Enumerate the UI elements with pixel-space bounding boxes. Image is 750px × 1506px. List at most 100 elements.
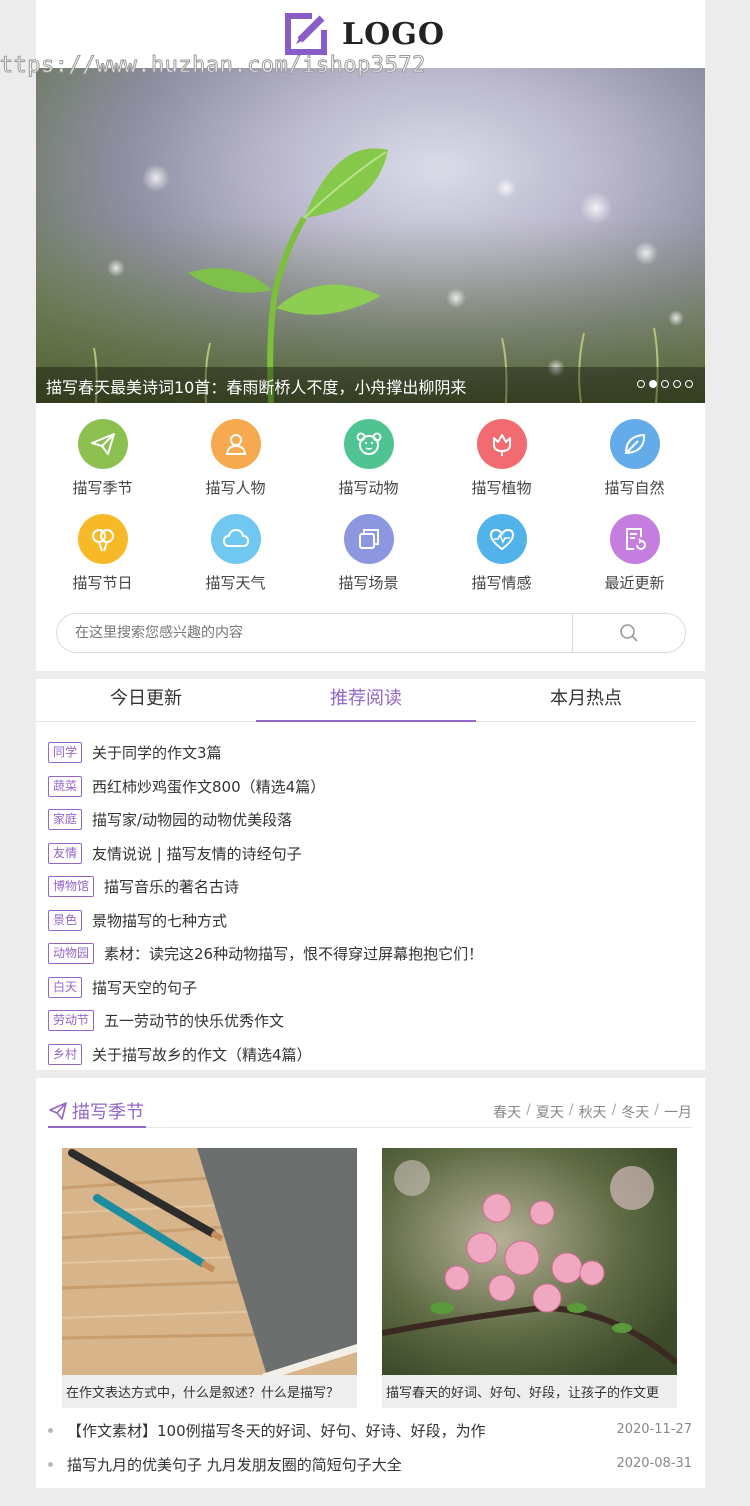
tag-badge[interactable]: 蔬菜 [48, 775, 83, 797]
list-item: 白天 描写天空的句子 [48, 971, 705, 1005]
category-label: 描写节日 [72, 574, 133, 592]
list-item: 乡村 关于描写故乡的作文（精选4篇） [48, 1038, 705, 1072]
list-item-title[interactable]: 关于同学的作文3篇 [92, 742, 222, 763]
tab-recommended[interactable]: 推荐阅读 [256, 679, 476, 722]
list-item-title[interactable]: 描写家/动物园的动物优美段落 [92, 809, 292, 830]
section-title-text: 描写季节 [72, 1102, 144, 1123]
section-header: 描写季节 春天 / 夏天 / 秋天 / 冬天 / 一月 [48, 1096, 692, 1128]
slider-dots [637, 380, 693, 388]
category-item[interactable]: 描写情感 [435, 514, 568, 593]
section-link[interactable]: 夏天 [536, 1102, 564, 1122]
category-item[interactable]: 描写天气 [169, 514, 302, 593]
section-title[interactable]: 描写季节 [48, 1096, 146, 1128]
category-nav: 描写季节 描写人物 描写动物 描写植物 描写自然 描写节日 描写天气 描写场景 … [36, 403, 705, 671]
category-item[interactable]: 描写人物 [169, 419, 302, 498]
layers-icon [343, 514, 394, 564]
tag-badge[interactable]: 同学 [48, 742, 83, 764]
article-date: 2020-08-31 [616, 1456, 692, 1471]
logo[interactable]: LOGO [284, 12, 445, 56]
category-label: 描写自然 [604, 479, 665, 497]
page: LOGO 描写春天最美诗词10首：春雨断桥人不度，小舟撑出柳阴来 描写季节 描写… [36, 0, 705, 1488]
search-input[interactable] [75, 623, 555, 643]
card-caption: 在作文表达方式中，什么是叙述？什么是描写？ [66, 1386, 340, 1401]
bullet-dot [48, 1428, 53, 1433]
tag-badge[interactable]: 动物园 [48, 943, 95, 965]
list-item: 家庭 描写家/动物园的动物优美段落 [48, 803, 705, 837]
section-link[interactable]: 春天 [493, 1102, 521, 1122]
tag-badge[interactable]: 博物馆 [48, 876, 95, 898]
tab-bar: 今日更新 推荐阅读 本月热点 [36, 679, 697, 722]
section-link[interactable]: 一月 [664, 1102, 692, 1122]
article-row: 【作文素材】100例描写冬天的好词、好句、好诗、好段，为作 2020-11-27 [48, 1418, 692, 1442]
slider-dot[interactable] [673, 380, 681, 388]
list-item: 同学 关于同学的作文3篇 [48, 736, 705, 770]
list-item-title[interactable]: 景物描写的七种方式 [92, 910, 227, 931]
slider-dot[interactable] [685, 380, 693, 388]
banner-image [36, 148, 705, 403]
search-icon [620, 624, 638, 642]
balloon-icon [77, 514, 128, 564]
slider-dot[interactable] [637, 380, 645, 388]
category-item[interactable]: 描写植物 [435, 419, 568, 498]
watermark-text: https://www.huzhan.com/ishop3572 [0, 53, 426, 79]
category-item[interactable]: 描写节日 [36, 514, 169, 593]
banner-caption-text[interactable]: 描写春天最美诗词10首：春雨断桥人不度，小舟撑出柳阴来 [46, 374, 466, 398]
list-item: 博物馆 描写音乐的著名古诗 [48, 870, 705, 904]
list-item-title[interactable]: 素材：读完这26种动物描写，恨不得穿过屏幕抱抱它们！ [104, 943, 483, 964]
search-bar [56, 613, 686, 653]
category-label: 描写情感 [471, 574, 532, 592]
paper-plane-icon [49, 1102, 67, 1120]
tab-today[interactable]: 今日更新 [36, 679, 256, 721]
list-item-title[interactable]: 五一劳动节的快乐优秀作文 [104, 1010, 284, 1031]
banner-caption: 描写春天最美诗词10首：春雨断桥人不度，小舟撑出柳阴来 [36, 367, 705, 403]
cloud-icon [210, 514, 261, 564]
section-link[interactable]: 冬天 [621, 1102, 649, 1122]
category-label: 描写动物 [338, 479, 399, 497]
tabs-panel: 今日更新 推荐阅读 本月热点 同学 关于同学的作文3篇 蔬菜 西红柿炒鸡蛋作文800… [36, 679, 705, 1070]
list-item-title[interactable]: 关于描写故乡的作文（精选4篇） [92, 1044, 312, 1065]
list-item-title[interactable]: 友情说说 | 描写友情的诗经句子 [92, 843, 302, 864]
tag-badge[interactable]: 景色 [48, 909, 83, 931]
article-title[interactable]: 描写九月的优美句子 九月发朋友圈的简短句子大全 [67, 1454, 402, 1475]
category-item[interactable]: 最近更新 [568, 514, 701, 593]
tag-badge[interactable]: 劳动节 [48, 1010, 95, 1032]
banner-slider[interactable]: 描写春天最美诗词10首：春雨断桥人不度，小舟撑出柳阴来 [36, 68, 705, 403]
category-item[interactable]: 描写动物 [302, 419, 435, 498]
person-icon [210, 419, 261, 469]
list-item-title[interactable]: 西红柿炒鸡蛋作文800（精选4篇） [92, 776, 325, 797]
tab-monthly-hot[interactable]: 本月热点 [476, 679, 696, 721]
tag-badge[interactable]: 白天 [48, 976, 83, 998]
separator: / [611, 1102, 617, 1118]
article-date: 2020-11-27 [616, 1422, 692, 1437]
separator: / [568, 1102, 574, 1118]
card-image-blossom [382, 1148, 677, 1375]
list-item-title[interactable]: 描写音乐的著名古诗 [104, 876, 239, 897]
tag-badge[interactable]: 乡村 [48, 1043, 83, 1065]
slider-dot[interactable] [661, 380, 669, 388]
category-item[interactable]: 描写场景 [302, 514, 435, 593]
card-image-pencils [62, 1148, 357, 1375]
list-item: 景色 景物描写的七种方式 [48, 904, 705, 938]
list-item: 劳动节 五一劳动节的快乐优秀作文 [48, 1004, 705, 1038]
list-item-title[interactable]: 描写天空的句子 [92, 977, 197, 998]
section-link[interactable]: 秋天 [579, 1102, 607, 1122]
tag-badge[interactable]: 友情 [48, 842, 83, 864]
article-row: 描写九月的优美句子 九月发朋友圈的简短句子大全 2020-08-31 [48, 1452, 692, 1476]
document-refresh-icon [609, 514, 660, 564]
paper-plane-icon [77, 419, 128, 469]
edit-square-icon [285, 13, 327, 55]
category-label: 描写植物 [471, 479, 532, 497]
article-title[interactable]: 【作文素材】100例描写冬天的好词、好句、好诗、好段，为作 [67, 1420, 486, 1441]
category-item[interactable]: 描写自然 [568, 419, 701, 498]
slider-dot-active[interactable] [649, 380, 657, 388]
category-label: 描写天气 [205, 574, 266, 592]
season-section: 描写季节 春天 / 夏天 / 秋天 / 冬天 / 一月 在作文表达方式中，什么是… [36, 1078, 705, 1488]
section-links: 春天 / 夏天 / 秋天 / 冬天 / 一月 [493, 1102, 692, 1122]
article-card[interactable]: 描写春天的好词、好句、好段，让孩子的作文更 [382, 1148, 677, 1408]
tag-badge[interactable]: 家庭 [48, 809, 83, 831]
list-item: 动物园 素材：读完这26种动物描写，恨不得穿过屏幕抱抱它们！ [48, 937, 705, 971]
logo-text: LOGO [342, 16, 445, 52]
search-button[interactable] [572, 614, 685, 652]
article-card[interactable]: 在作文表达方式中，什么是叙述？什么是描写？ [62, 1148, 357, 1408]
category-item[interactable]: 描写季节 [36, 419, 169, 498]
